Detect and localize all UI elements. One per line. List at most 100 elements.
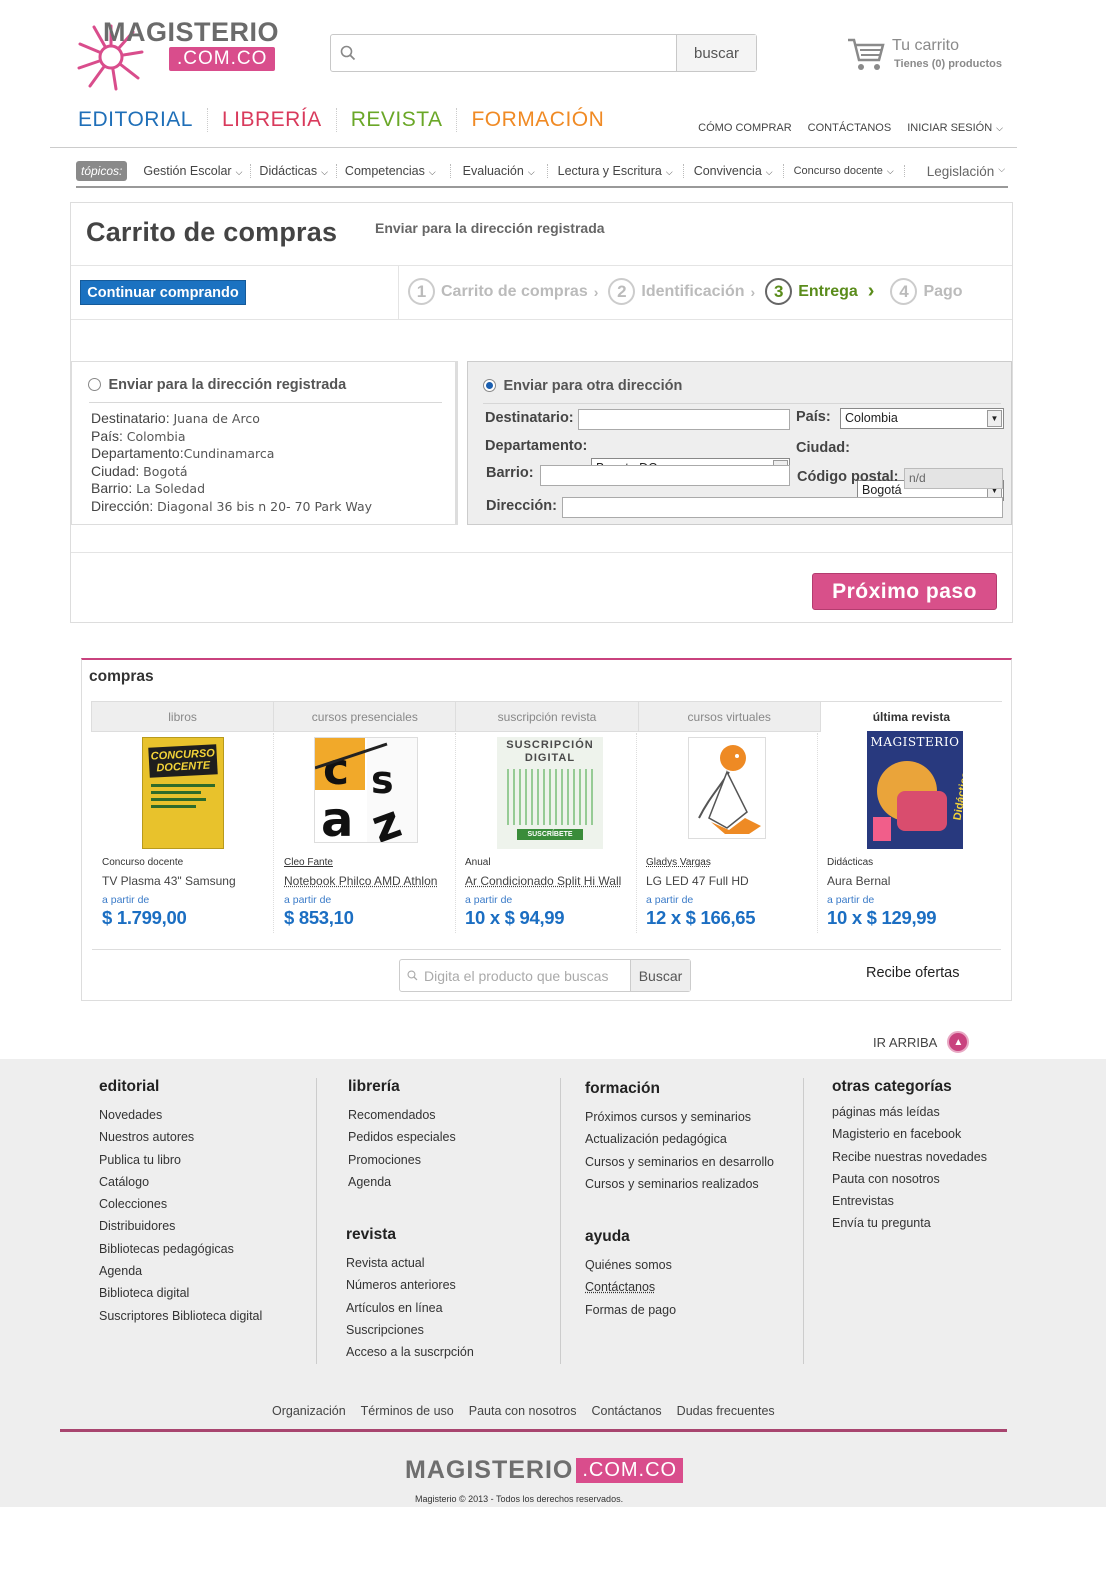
footer-link[interactable]: Quiénes somos: [585, 1258, 676, 1272]
topic-concurso-docente[interactable]: Concurso docente ⌵: [784, 165, 905, 177]
registered-address-option[interactable]: Enviar para la dirección registrada: [88, 376, 346, 394]
footer-col-ayuda: ayuda Quiénes somos Contáctanos Formas d…: [585, 1228, 676, 1325]
topic-didacticas[interactable]: Didácticas ⌵: [251, 164, 337, 178]
footer-link[interactable]: Agenda: [348, 1175, 456, 1189]
footer-link-terminos[interactable]: Términos de uso: [361, 1404, 454, 1418]
step-payment[interactable]: 4 Pago: [890, 278, 963, 305]
footer-link[interactable]: Agenda: [99, 1264, 262, 1278]
footer-link-contactanos[interactable]: Contáctanos: [591, 1404, 661, 1418]
cart-icon: [848, 38, 885, 70]
footer-col-editorial: editorial Novedades Nuestros autores Pub…: [99, 1078, 262, 1331]
search-button[interactable]: buscar: [676, 35, 756, 71]
postal-field[interactable]: n/d: [904, 468, 1003, 489]
footer-link[interactable]: Suscriptores Biblioteca digital: [99, 1309, 262, 1323]
footer-link[interactable]: Novedades: [99, 1108, 262, 1122]
nav-revista[interactable]: REVISTA: [351, 108, 458, 132]
footer-link-pauta[interactable]: Pauta con nosotros: [469, 1404, 577, 1418]
link-como-comprar[interactable]: CÓMO COMPRAR: [698, 122, 792, 134]
topic-competencias[interactable]: Competencias ⌵: [337, 164, 451, 178]
step-identification[interactable]: 2 Identificación ›: [608, 278, 765, 305]
footer-link[interactable]: Revista actual: [346, 1256, 474, 1270]
footer-link[interactable]: Acceso a la suscrpción: [346, 1345, 474, 1359]
tab-cursos-presenciales[interactable]: cursos presenciales: [273, 701, 456, 732]
subs-button: SUSCRÍBETE: [517, 829, 583, 840]
radio-registered[interactable]: [88, 378, 101, 392]
footer-link[interactable]: Nuestros autores: [99, 1130, 262, 1144]
destinatario-field[interactable]: [578, 409, 790, 430]
tab-suscripcion-revista[interactable]: suscripción revista: [455, 701, 638, 732]
svg-text:c: c: [323, 744, 349, 795]
footer-link[interactable]: Pauta con nosotros: [832, 1172, 987, 1186]
footer-link[interactable]: Distribuidores: [99, 1219, 262, 1233]
footer-link[interactable]: Suscripciones: [346, 1323, 474, 1337]
footer-link[interactable]: Actualización pedagógica: [585, 1132, 774, 1146]
step-cart[interactable]: 1 Carrito de compras ›: [408, 278, 608, 305]
product-name: Aura Bernal: [827, 874, 891, 888]
footer-link[interactable]: Pedidos especiales: [348, 1130, 456, 1144]
barrio-field[interactable]: [540, 465, 790, 486]
link-iniciar-sesion[interactable]: INICIAR SESIÓN ⌵: [907, 122, 1003, 134]
product-card[interactable]: MAGISTERIO Didácticas Didácticas Aura Be…: [827, 731, 1007, 929]
footer-link[interactable]: Magisterio en facebook: [832, 1127, 987, 1141]
nav-editorial[interactable]: EDITORIAL: [78, 108, 208, 132]
logo-wordmark: MAGISTERIO: [103, 17, 280, 47]
product-card[interactable]: Gladys Vargas LG LED 47 Full HD a partir…: [646, 737, 826, 929]
footer-link[interactable]: Colecciones: [99, 1197, 262, 1211]
back-to-top-label: IR ARRIBA: [873, 1034, 938, 1050]
link-contactanos[interactable]: CONTÁCTANOS: [808, 122, 892, 134]
tab-cursos-virtuales[interactable]: cursos virtuales: [637, 701, 820, 732]
topic-convivencia[interactable]: Convivencia ⌵: [684, 164, 784, 178]
other-address-option[interactable]: Enviar para otra dirección: [483, 377, 682, 395]
footer-link[interactable]: Bibliotecas pedagógicas: [99, 1242, 262, 1256]
cart-widget[interactable]: Tu carrito Tienes (0) productos: [846, 36, 1016, 76]
footer-link[interactable]: Envía tu pregunta: [832, 1216, 987, 1230]
footer-link[interactable]: Biblioteca digital: [99, 1286, 262, 1300]
direccion-field[interactable]: [562, 497, 1003, 518]
tab-libros[interactable]: libros: [91, 701, 274, 732]
continue-shopping-button[interactable]: Continuar comprando: [80, 280, 246, 305]
addr-value: Diagonal 36 bis n 20- 70 Park Way: [157, 498, 373, 514]
nav-formacion[interactable]: FORMACIÓN: [471, 108, 618, 132]
footer-link[interactable]: Entrevistas: [832, 1194, 987, 1208]
topic-gestion-escolar[interactable]: Gestión Escolar ⌵: [135, 164, 252, 178]
cart-title: Tu carrito: [892, 37, 959, 54]
footer-link[interactable]: Cursos y seminarios realizados: [585, 1177, 774, 1191]
site-logo[interactable]: MAGISTERIO .COM.CO: [76, 14, 280, 94]
footer-link[interactable]: Contáctanos: [585, 1280, 676, 1294]
footer-heading: formación: [585, 1080, 660, 1097]
footer-link[interactable]: Artículos en línea: [346, 1301, 474, 1315]
footer-link[interactable]: Catálogo: [99, 1175, 262, 1189]
pais-select[interactable]: Colombia ▼: [840, 408, 1004, 429]
topic-legislacion[interactable]: Legislación ⌵: [905, 164, 1013, 179]
footer-link[interactable]: Formas de pago: [585, 1303, 676, 1317]
next-step-button[interactable]: Próximo paso: [812, 573, 997, 610]
footer-link[interactable]: Recomendados: [348, 1108, 456, 1122]
step-delivery[interactable]: 3 Entrega ›: [765, 278, 884, 305]
topic-lectura-escritura[interactable]: Lectura y Escritura ⌵: [548, 164, 684, 178]
radio-other[interactable]: [483, 379, 496, 393]
product-search-input[interactable]: Digita el producto que buscas: [418, 960, 630, 991]
topic-evaluacion[interactable]: Evaluación ⌵: [451, 164, 548, 178]
product-card[interactable]: c a s z Cleo Fante Notebook Philco AMD A…: [284, 737, 464, 929]
product-image-magazine: MAGISTERIO Didácticas: [867, 731, 963, 849]
footer-link[interactable]: páginas más leídas: [832, 1105, 987, 1119]
search-input[interactable]: [365, 35, 676, 71]
footer-link[interactable]: Próximos cursos y seminarios: [585, 1110, 774, 1124]
footer-link[interactable]: Números anteriores: [346, 1278, 474, 1292]
footer-link-organizacion[interactable]: Organización: [272, 1404, 346, 1418]
footer-link[interactable]: Promociones: [348, 1153, 456, 1167]
footer-link-dudas[interactable]: Dudas frecuentes: [677, 1404, 775, 1418]
product-from: a partir de: [465, 894, 513, 906]
footer-link[interactable]: Publica tu libro: [99, 1153, 262, 1167]
nav-libreria[interactable]: LIBRERÍA: [222, 108, 337, 132]
product-search-button[interactable]: Buscar: [630, 960, 690, 991]
product-card[interactable]: CONCURSO DOCENTE Concurso docente TV Pla…: [102, 737, 282, 929]
footer-link[interactable]: Cursos y seminarios en desarrollo: [585, 1155, 774, 1169]
product-card[interactable]: SUSCRIPCIÓN DIGITAL SUSCRÍBETE Anual Ar …: [465, 737, 645, 929]
product-image-figure: [688, 737, 766, 839]
footer-link[interactable]: Recibe nuestras novedades: [832, 1150, 987, 1164]
receive-offers-link[interactable]: Recibe ofertas: [866, 965, 960, 981]
back-to-top[interactable]: IR ARRIBA ▲: [873, 1031, 970, 1053]
footer-logo[interactable]: MAGISTERIO .COM.CO: [405, 1456, 684, 1485]
tab-ultima-revista[interactable]: última revista: [819, 701, 1003, 732]
